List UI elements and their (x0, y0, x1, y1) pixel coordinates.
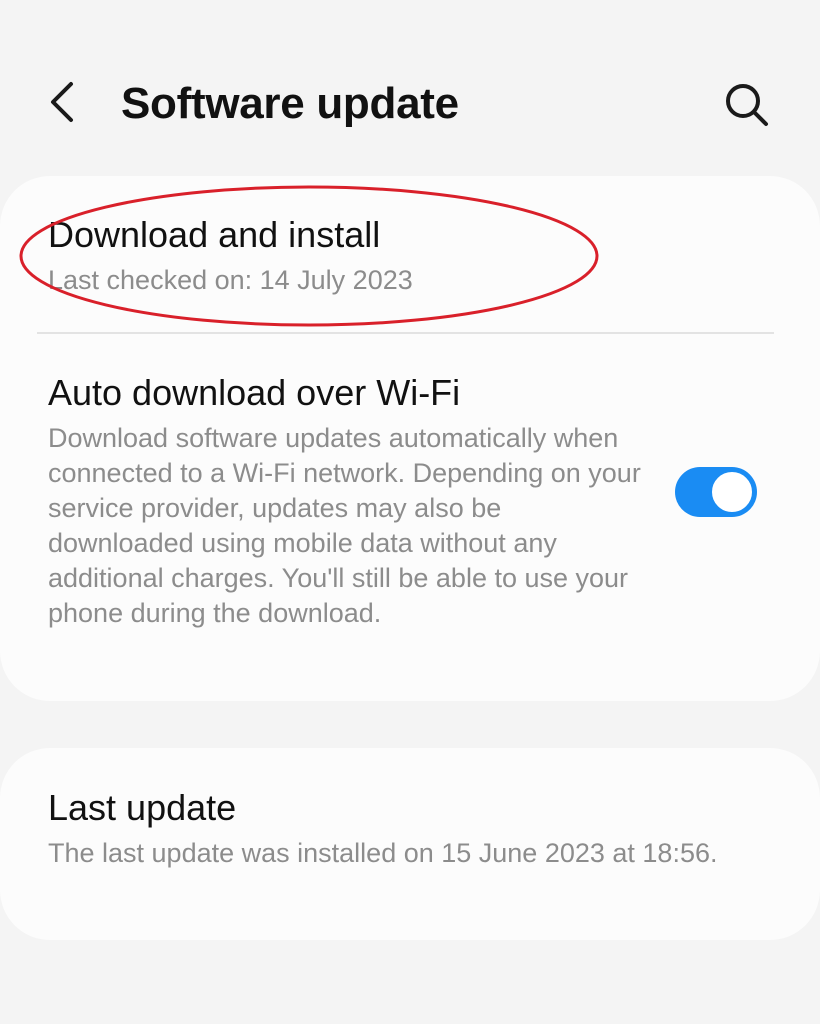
last-update-description: The last update was installed on 15 June… (48, 838, 718, 868)
last-update-card: Last update The last update was installe… (0, 748, 820, 940)
search-icon (726, 84, 768, 126)
download-and-install-item[interactable]: Download and install Last checked on: 14… (0, 176, 820, 332)
auto-download-item[interactable]: Auto download over Wi-Fi Download softwa… (0, 334, 820, 701)
back-button[interactable] (38, 76, 90, 128)
download-and-install-title: Download and install (48, 214, 381, 255)
last-update-title: Last update (48, 787, 237, 828)
search-button[interactable] (718, 76, 774, 132)
auto-download-toggle[interactable] (675, 467, 757, 517)
page-title: Software update (121, 79, 459, 128)
update-settings-card: Download and install Last checked on: 14… (0, 176, 820, 701)
app-header: Software update (0, 0, 820, 180)
chevron-left-icon (51, 82, 73, 122)
auto-download-description: Download software updates automatically … (48, 423, 641, 628)
last-update-item[interactable]: Last update The last update was installe… (0, 748, 820, 940)
toggle-knob (710, 470, 754, 514)
last-checked-text: Last checked on: 14 July 2023 (48, 265, 413, 295)
auto-download-title: Auto download over Wi-Fi (48, 372, 461, 413)
